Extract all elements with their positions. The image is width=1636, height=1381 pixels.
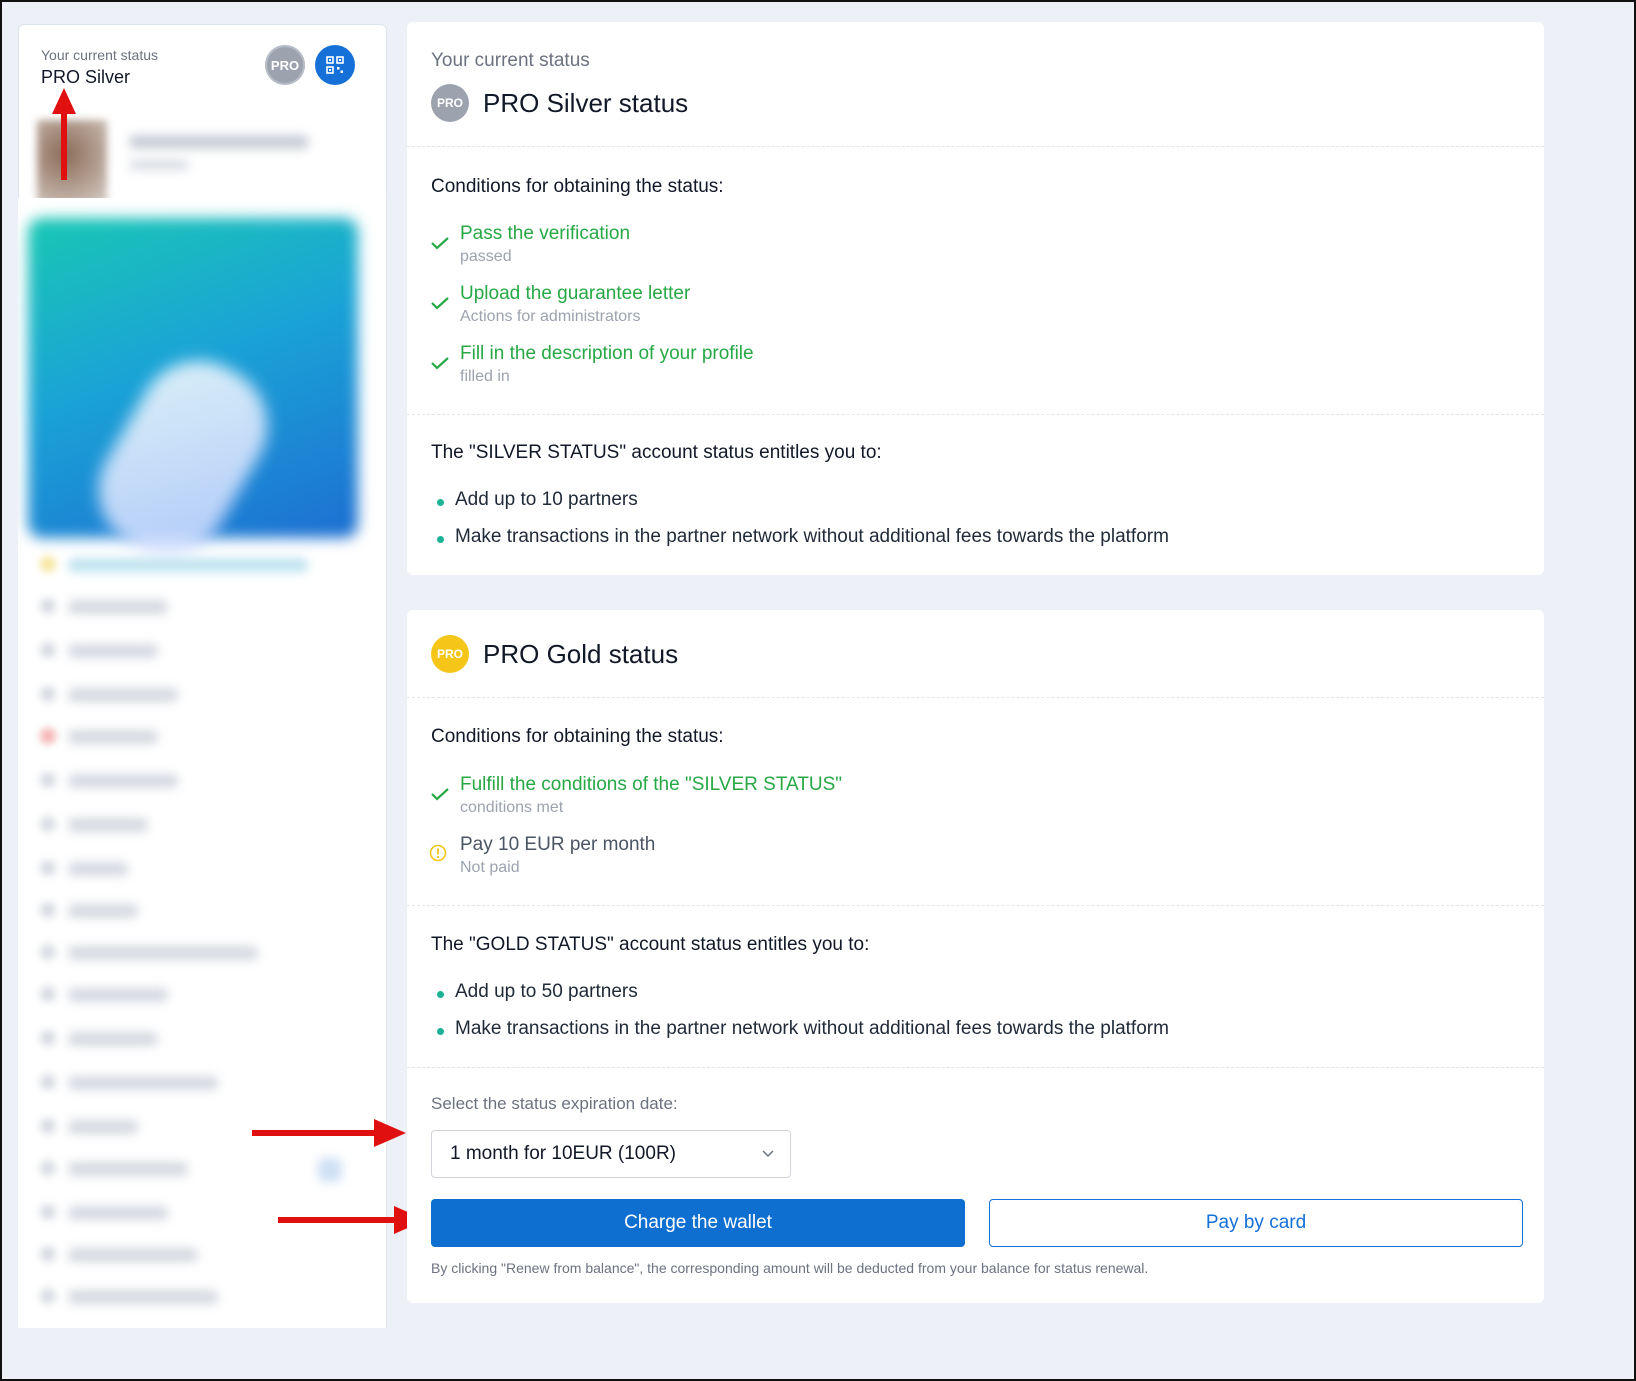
- expiration-select-value: 1 month for 10EUR (100R): [450, 1143, 676, 1164]
- sidebar-menu: [18, 198, 387, 1328]
- blurred-menu-item[interactable]: [68, 1076, 218, 1090]
- condition-status: passed: [460, 248, 512, 265]
- expiration-select[interactable]: 1 month for 10EUR (100R): [431, 1130, 791, 1178]
- divider: [407, 414, 1544, 415]
- blurred-user-meta: [129, 160, 189, 170]
- blurred-menu-icon: [40, 772, 56, 788]
- annotation-arrow-right: [278, 1206, 426, 1234]
- blurred-menu-icon: [40, 556, 56, 572]
- check-icon: [431, 788, 449, 801]
- blurred-menu-item[interactable]: [68, 1032, 158, 1046]
- blurred-menu-item[interactable]: [68, 558, 308, 572]
- silver-status-title: PRO Silver status: [483, 88, 689, 118]
- blurred-menu-item[interactable]: [68, 1248, 198, 1262]
- condition-status: Actions for administrators: [460, 308, 641, 325]
- bullet-icon: [437, 991, 444, 998]
- condition-status: Not paid: [460, 859, 520, 876]
- blurred-menu-badge: [318, 1158, 342, 1182]
- blurred-menu-icon: [40, 1030, 56, 1046]
- pro-badge-icon: PRO: [265, 45, 305, 85]
- benefit-item: Make transactions in the partner network…: [455, 526, 1169, 547]
- blurred-menu-icon: [40, 944, 56, 960]
- blurred-menu-item[interactable]: [68, 730, 158, 744]
- blurred-menu-icon: [40, 642, 56, 658]
- pay-by-card-button[interactable]: Pay by card: [989, 1199, 1523, 1247]
- divider: [407, 905, 1544, 906]
- app-frame: Your current status PRO Silver PRO Your …: [0, 0, 1636, 1381]
- blurred-menu-item[interactable]: [68, 644, 158, 658]
- blurred-menu-icon: [40, 686, 56, 702]
- gold-status-card: PRO PRO Gold status Conditions for obtai…: [407, 610, 1544, 1303]
- blurred-menu-item[interactable]: [68, 688, 178, 702]
- check-icon: [431, 237, 449, 250]
- bullet-icon: [437, 1028, 444, 1035]
- blurred-menu-item[interactable]: [68, 818, 148, 832]
- blurred-menu-item[interactable]: [68, 988, 168, 1002]
- bullet-icon: [437, 499, 444, 506]
- blurred-menu-icon: [40, 1118, 56, 1134]
- chevron-down-icon: [762, 1150, 774, 1158]
- pro-silver-icon: PRO: [431, 84, 469, 122]
- condition-status: conditions met: [460, 799, 564, 816]
- divider: [407, 697, 1544, 698]
- blurred-menu-item[interactable]: [68, 1290, 218, 1304]
- condition-title: Upload the guarantee letter: [460, 283, 691, 304]
- current-status-label: Your current status: [41, 47, 158, 63]
- blurred-menu-item[interactable]: [68, 1162, 188, 1176]
- pro-gold-icon: PRO: [431, 635, 469, 673]
- blurred-menu-icon: [40, 1288, 56, 1304]
- condition-title: Fulfill the conditions of the "SILVER ST…: [460, 774, 843, 795]
- blurred-user-name: [129, 135, 309, 149]
- blurred-menu-item[interactable]: [68, 946, 258, 960]
- expiration-label: Select the status expiration date:: [431, 1094, 678, 1113]
- conditions-heading: Conditions for obtaining the status:: [431, 726, 724, 747]
- blurred-menu-icon: [40, 816, 56, 832]
- check-icon: [431, 357, 449, 370]
- check-icon: [431, 297, 449, 310]
- blurred-menu-icon: [40, 728, 56, 744]
- divider: [407, 1067, 1544, 1068]
- annotation-arrow-right: [252, 1119, 406, 1147]
- condition-title: Pay 10 EUR per month: [460, 834, 656, 855]
- blurred-menu-item[interactable]: [68, 774, 178, 788]
- benefit-item: Make transactions in the partner network…: [455, 1018, 1169, 1039]
- blurred-menu-icon: [40, 860, 56, 876]
- blurred-menu-item[interactable]: [68, 904, 138, 918]
- blurred-menu-icon: [40, 1246, 56, 1262]
- benefit-item: Add up to 10 partners: [455, 489, 638, 510]
- divider: [407, 146, 1544, 147]
- annotation-arrow-up: [52, 88, 76, 180]
- blurred-menu-icon: [40, 986, 56, 1002]
- blurred-menu-icon: [40, 1204, 56, 1220]
- entitles-heading: The "GOLD STATUS" account status entitle…: [431, 934, 870, 955]
- entitles-heading: The "SILVER STATUS" account status entit…: [431, 442, 882, 463]
- blurred-menu-item[interactable]: [68, 600, 168, 614]
- blurred-menu-icon: [40, 598, 56, 614]
- benefit-item: Add up to 50 partners: [455, 981, 638, 1002]
- gold-status-title: PRO Gold status: [483, 639, 679, 669]
- condition-title: Fill in the description of your profile: [460, 343, 754, 364]
- silver-status-card: Your current status PRO PRO Silver statu…: [407, 22, 1544, 575]
- warning-icon: [429, 844, 447, 862]
- bullet-icon: [437, 536, 444, 543]
- blurred-menu-item[interactable]: [68, 1120, 138, 1134]
- condition-title: Pass the verification: [460, 223, 631, 244]
- blurred-menu-item[interactable]: [68, 862, 128, 876]
- current-status-value: PRO Silver: [41, 67, 131, 87]
- sidebar: Your current status PRO Silver PRO: [16, 22, 389, 1379]
- current-status-label: Your current status: [431, 50, 590, 71]
- blurred-menu-icon: [40, 902, 56, 918]
- blurred-menu-item[interactable]: [68, 1206, 168, 1220]
- qr-code-icon[interactable]: [315, 45, 355, 85]
- conditions-heading: Conditions for obtaining the status:: [431, 176, 724, 197]
- charge-wallet-button[interactable]: Charge the wallet: [431, 1199, 965, 1247]
- blurred-menu-icon: [40, 1160, 56, 1176]
- footnote: By clicking "Renew from balance", the co…: [431, 1260, 1149, 1276]
- condition-status: filled in: [460, 368, 510, 385]
- blurred-menu-icon: [40, 1074, 56, 1090]
